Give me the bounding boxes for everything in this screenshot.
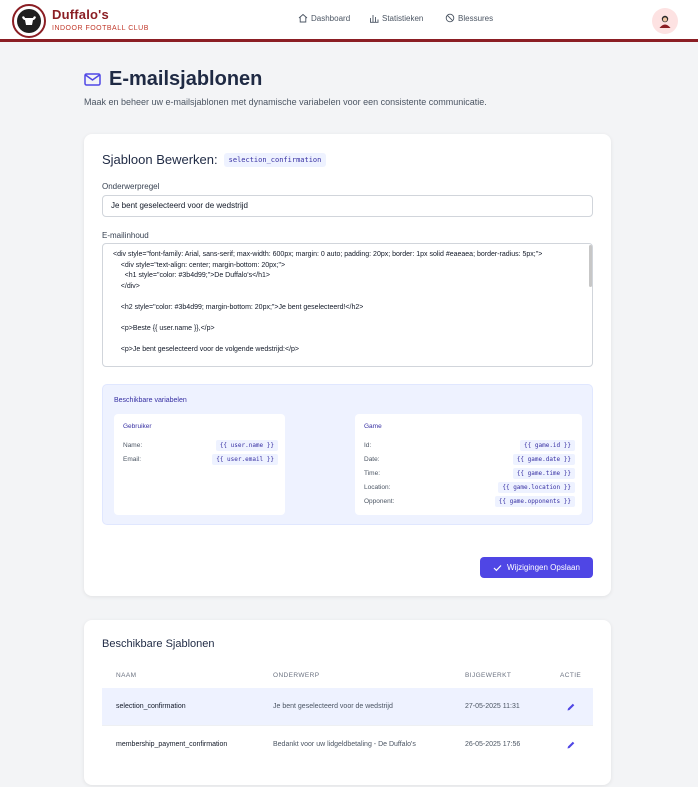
page-title: E-mailsjablonen bbox=[109, 68, 263, 90]
template-key-badge: selection_confirmation bbox=[223, 152, 327, 167]
bar-chart-icon bbox=[370, 15, 379, 23]
nav-injuries-label: Blessures bbox=[458, 13, 494, 23]
template-editor-card: Sjabloon Bewerken: selection_confirmatio… bbox=[84, 134, 611, 596]
nav-injuries[interactable]: Blessures bbox=[445, 13, 493, 23]
game-variables-group: Game Id: {{ game.id }} Date: {{ game.dat… bbox=[355, 414, 582, 515]
check-icon bbox=[493, 564, 502, 571]
nav-dashboard-label: Dashboard bbox=[311, 13, 351, 23]
nav-statistics[interactable]: Statistieken bbox=[369, 13, 423, 23]
variable-row: Date: {{ game.date }} bbox=[364, 453, 575, 465]
variable-key: Opponent: bbox=[364, 497, 395, 505]
template-updated: 27-05-2025 11:31 bbox=[465, 703, 520, 710]
column-header-subject: ONDERWERP bbox=[273, 672, 320, 679]
variable-key: Id: bbox=[364, 441, 372, 449]
variable-token[interactable]: {{ user.email }} bbox=[212, 453, 278, 465]
template-updated: 26-05-2025 17:56 bbox=[465, 741, 521, 748]
textarea-scrollbar[interactable] bbox=[589, 245, 592, 287]
variable-key: Date: bbox=[364, 455, 380, 463]
template-name: selection_confirmation bbox=[116, 703, 186, 710]
game-group-title: Game bbox=[364, 423, 382, 430]
variables-title: Beschikbare variabelen bbox=[114, 397, 187, 404]
pencil-icon[interactable] bbox=[566, 702, 576, 712]
table-header: NAAM ONDERWERP BIJGEWERKT ACTIE bbox=[102, 672, 593, 686]
body-label: E-mailinhoud bbox=[102, 231, 149, 240]
avatar-icon bbox=[659, 15, 671, 28]
variable-token[interactable]: {{ game.id }} bbox=[520, 439, 575, 451]
templates-title: Beschikbare Sjablonen bbox=[102, 638, 215, 650]
variable-row: Opponent: {{ game.opponents }} bbox=[364, 495, 575, 507]
buffalo-icon bbox=[17, 9, 41, 33]
variable-row: Email: {{ user.email }} bbox=[123, 453, 278, 465]
top-navbar: Duffalo's INDOOR FOOTBALL CLUB Dashboard… bbox=[0, 0, 698, 42]
user-group-title: Gebruiker bbox=[123, 423, 152, 430]
variable-token[interactable]: {{ game.opponents }} bbox=[494, 495, 575, 507]
variables-panel: Beschikbare variabelen Gebruiker Name: {… bbox=[102, 384, 593, 525]
column-header-action: ACTIE bbox=[560, 672, 582, 679]
save-changes-button[interactable]: Wijzigingen Opslaan bbox=[480, 557, 593, 578]
variable-token[interactable]: {{ user.name }} bbox=[215, 439, 278, 451]
template-subject: Bedankt voor uw lidgeldbetaling - De Duf… bbox=[273, 741, 416, 748]
user-avatar[interactable] bbox=[652, 8, 678, 34]
brand-name: Duffalo's bbox=[52, 7, 109, 22]
variable-row: Name: {{ user.name }} bbox=[123, 439, 278, 451]
ban-icon bbox=[445, 13, 455, 23]
user-variables-group: Gebruiker Name: {{ user.name }} Email: {… bbox=[114, 414, 285, 515]
home-icon bbox=[298, 13, 308, 23]
variable-row: Time: {{ game.time }} bbox=[364, 467, 575, 479]
brand-subtitle: INDOOR FOOTBALL CLUB bbox=[52, 25, 149, 32]
templates-list-card: Beschikbare Sjablonen NAAM ONDERWERP BIJ… bbox=[84, 620, 611, 785]
editor-title: Sjabloon Bewerken: bbox=[102, 152, 218, 167]
variable-key: Name: bbox=[123, 441, 143, 449]
editor-title-row: Sjabloon Bewerken: selection_confirmatio… bbox=[102, 152, 327, 167]
brand: Duffalo's INDOOR FOOTBALL CLUB bbox=[52, 7, 149, 34]
nav-dashboard[interactable]: Dashboard bbox=[298, 13, 350, 23]
variable-token[interactable]: {{ game.time }} bbox=[512, 467, 575, 479]
pencil-icon[interactable] bbox=[566, 740, 576, 750]
variable-row: Id: {{ game.id }} bbox=[364, 439, 575, 451]
table-row[interactable]: membership_payment_confirmation Bedankt … bbox=[102, 726, 593, 764]
variable-token[interactable]: {{ game.date }} bbox=[512, 453, 575, 465]
variable-key: Location: bbox=[364, 483, 391, 491]
template-subject: Je bent geselecteerd voor de wedstrijd bbox=[273, 703, 393, 710]
column-header-name: NAAM bbox=[116, 672, 137, 679]
template-name: membership_payment_confirmation bbox=[116, 741, 228, 748]
subject-input[interactable]: Je bent geselecteerd voor de wedstrijd bbox=[102, 195, 593, 217]
table-row[interactable]: selection_confirmation Je bent geselecte… bbox=[102, 688, 593, 726]
body-textarea[interactable]: <div style="font-family: Arial, sans-ser… bbox=[102, 243, 593, 367]
club-logo[interactable] bbox=[12, 4, 46, 38]
variable-key: Email: bbox=[123, 455, 142, 463]
variable-key: Time: bbox=[364, 469, 381, 477]
page-subtitle: Maak en beheer uw e-mailsjablonen met dy… bbox=[84, 97, 487, 107]
variable-token[interactable]: {{ game.location }} bbox=[498, 481, 575, 493]
subject-label: Onderwerpregel bbox=[102, 182, 160, 191]
column-header-updated: BIJGEWERKT bbox=[465, 672, 512, 679]
variable-row: Location: {{ game.location }} bbox=[364, 481, 575, 493]
nav-statistics-label: Statistieken bbox=[382, 13, 424, 23]
mail-icon bbox=[84, 73, 101, 86]
page-header: E-mailsjablonen bbox=[84, 68, 262, 91]
save-button-label: Wijzigingen Opslaan bbox=[507, 563, 580, 572]
